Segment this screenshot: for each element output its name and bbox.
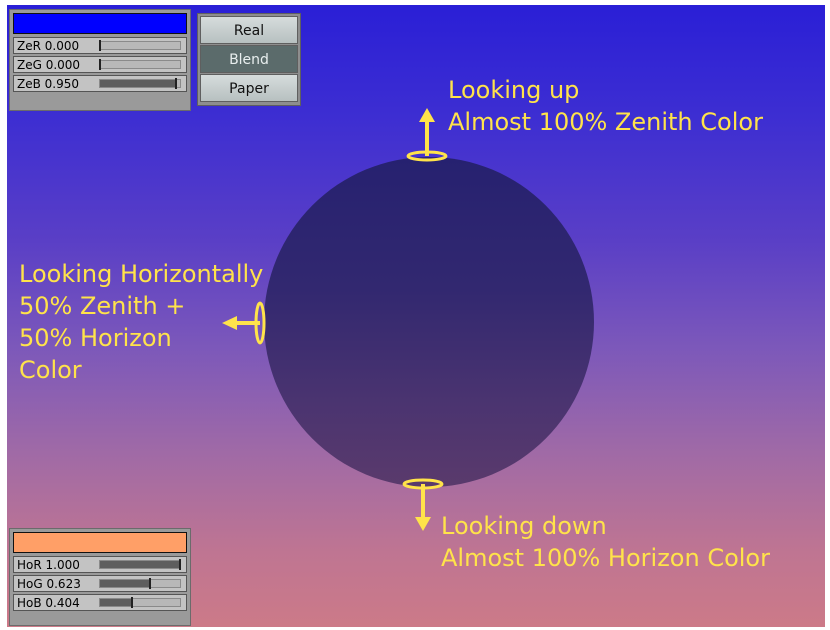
slider-fill [100,561,180,568]
annotation-line: Looking Horizontally [19,260,264,288]
slider-fill [100,580,150,587]
zeb-slider[interactable]: ZeB 0.950 [13,75,187,92]
slider-fill [100,80,176,87]
real-button[interactable]: Real [200,16,298,44]
hob-slider[interactable]: HoB 0.404 [13,594,187,611]
zenith-color-panel: ZeR 0.000 ZeG 0.000 ZeB 0.950 [9,9,191,111]
hor-slider[interactable]: HoR 1.000 [13,556,187,573]
slider-label: HoB 0.404 [17,595,80,610]
slider-track[interactable] [99,559,181,570]
sky-mode-buttons: Real Blend Paper [197,13,301,106]
zenith-color-swatch[interactable] [13,13,187,34]
slider-label: ZeB 0.950 [17,76,80,91]
zeg-slider[interactable]: ZeG 0.000 [13,56,187,73]
hog-slider[interactable]: HoG 0.623 [13,575,187,592]
slider-fill [100,599,133,606]
slider-knob[interactable] [99,40,101,51]
annotation-line: Color [19,356,82,384]
slider-label: HoR 1.000 [17,557,80,572]
slider-knob[interactable] [99,59,101,70]
up-arrow-icon [406,108,448,162]
horizon-color-swatch[interactable] [13,532,187,553]
slider-label: ZeG 0.000 [17,57,81,72]
annotation-line: Looking up [448,76,580,104]
annotation-line: 50% Horizon [19,324,172,352]
annotation-line: Almost 100% Horizon Color [441,544,770,572]
slider-track[interactable] [99,59,181,70]
slider-label: ZeR 0.000 [17,38,80,53]
slider-knob[interactable] [148,578,151,589]
looking-down-annotation: Looking down Almost 100% Horizon Color [441,510,770,574]
annotation-line: 50% Zenith + [19,292,186,320]
slider-track[interactable] [99,40,181,51]
paper-button[interactable]: Paper [200,74,298,102]
blend-button[interactable]: Blend [200,45,298,73]
zer-slider[interactable]: ZeR 0.000 [13,37,187,54]
looking-up-annotation: Looking up Almost 100% Zenith Color [448,74,763,138]
looking-horizontally-annotation: Looking Horizontally 50% Zenith + 50% Ho… [19,258,263,386]
slider-knob[interactable] [131,597,134,608]
slider-track[interactable] [99,597,181,608]
slider-knob[interactable] [179,559,181,570]
slider-label: HoG 0.623 [17,576,81,591]
slider-track[interactable] [99,578,181,589]
annotation-line: Almost 100% Zenith Color [448,108,763,136]
slider-track[interactable] [99,78,181,89]
horizon-color-panel: HoR 1.000 HoG 0.623 HoB 0.404 [9,528,191,626]
annotation-line: Looking down [441,512,607,540]
slider-knob[interactable] [175,78,177,89]
down-arrow-icon [402,478,444,531]
